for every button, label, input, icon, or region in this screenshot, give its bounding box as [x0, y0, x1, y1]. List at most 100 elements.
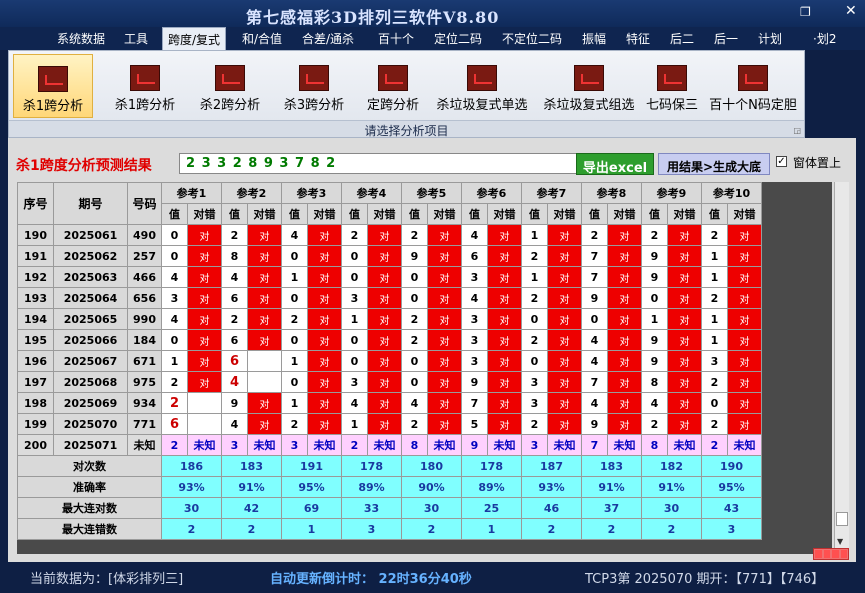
ref-result [247, 371, 282, 393]
menu-item-10[interactable]: 后二 [668, 30, 696, 47]
ref-value: 2 [161, 392, 188, 414]
ref-result: 对 [667, 224, 702, 246]
ref-result: 对 [427, 329, 462, 351]
ribbon-button-7[interactable]: 七码保三 [641, 54, 703, 118]
table-row[interactable]: 194 2025065 990 4 对 2 对 2 对 1 对 2 对 3 对 0 对 0 对 1 对 1 对 [17, 308, 762, 330]
countdown-label: 自动更新倒计时： 22时36分40秒 [270, 572, 472, 587]
table-row[interactable]: 196 2025067 671 1 对 6 1 对 0 对 0 对 3 对 0 对 4 对 9 对 3 对 [17, 350, 762, 372]
ref-result: 对 [307, 308, 342, 330]
menu-item-3[interactable]: 和/合值 [240, 30, 284, 47]
ref-result: 对 [607, 392, 642, 414]
ref-value: 1 [161, 350, 188, 372]
result-field[interactable]: 2 3 3 2 8 9 3 7 8 2 [179, 153, 583, 174]
ref-value: 6 [161, 413, 188, 435]
ref-result: 对 [367, 245, 402, 267]
stats-value: 37 [581, 497, 642, 519]
subheader-result: 对错 [427, 203, 462, 225]
row-seq: 191 [17, 245, 54, 267]
ref-result: 对 [247, 413, 282, 435]
ref-result: 对 [727, 245, 762, 267]
menu-item-13[interactable]: ·划2 [811, 30, 838, 47]
restore-icon[interactable]: ❐ [800, 5, 811, 19]
menu-item-6[interactable]: 定位二码 [432, 30, 484, 47]
ribbon-button-1[interactable]: 杀1跨分析 [107, 54, 183, 118]
ribbon-button-6[interactable]: 杀垃圾复式组选 [539, 54, 639, 118]
ref-value: 2 [281, 308, 308, 330]
header-ref: 参考9 [641, 182, 702, 204]
ref-value: 0 [401, 371, 428, 393]
table-row[interactable]: 197 2025068 975 2 对 4 0 对 3 对 0 对 9 对 3 对 7 对 8 对 2 对 [17, 371, 762, 393]
stats-value: 2 [221, 518, 282, 540]
menu-item-1[interactable]: 工具 [122, 30, 150, 47]
export-excel-button[interactable]: 导出excel [576, 153, 654, 176]
scroll-thumb[interactable] [836, 512, 848, 526]
ribbon-button-8[interactable]: 百十个N码定胆 [706, 54, 800, 118]
ref-result: 对 [667, 266, 702, 288]
table-row[interactable]: 192 2025063 466 4 对 4 对 1 对 0 对 0 对 3 对 1 对 7 对 9 对 1 对 [17, 266, 762, 288]
ref-result: 对 [547, 266, 582, 288]
table-row[interactable]: 190 2025061 490 0 对 2 对 4 对 2 对 2 对 4 对 1 对 2 对 2 对 2 对 [17, 224, 762, 246]
pin-checkbox[interactable]: ✓ [776, 156, 787, 167]
ref-value: 0 [281, 287, 308, 309]
ribbon-button-0[interactable]: 杀1跨分析 [13, 54, 93, 118]
stats-value: 89% [341, 476, 402, 498]
ribbon-button-label: 七码保三 [645, 98, 698, 113]
subheader-result: 对错 [667, 203, 702, 225]
ref-value: 9 [581, 287, 608, 309]
menu-item-7[interactable]: 不定位二码 [500, 30, 564, 47]
ref-result: 对 [487, 308, 522, 330]
ref-value: 3 [521, 434, 548, 456]
ref-result: 未知 [607, 434, 642, 456]
ref-result: 对 [487, 392, 522, 414]
row-number: 656 [127, 287, 162, 309]
menu-item-8[interactable]: 振幅 [580, 30, 608, 47]
row-period: 2025068 [53, 371, 128, 393]
ribbon-button-5[interactable]: 杀垃圾复式单选 [429, 54, 535, 118]
ref-result: 对 [367, 308, 402, 330]
ref-result [247, 350, 282, 372]
menu-item-5[interactable]: 百十个 [376, 30, 416, 47]
ref-value: 2 [521, 329, 548, 351]
ref-result [187, 413, 222, 435]
row-period: 2025069 [53, 392, 128, 414]
expand-icon[interactable]: ◲ [793, 126, 801, 135]
table-row[interactable]: 193 2025064 656 3 对 6 对 0 对 3 对 0 对 4 对 2 对 9 对 0 对 2 对 [17, 287, 762, 309]
menu-item-4[interactable]: 合差/通杀 [300, 30, 356, 47]
ref-value: 0 [281, 245, 308, 267]
ref-value: 9 [641, 329, 668, 351]
ref-result: 对 [727, 350, 762, 372]
menu-item-0[interactable]: 系统数据 [55, 30, 107, 47]
menu-item-11[interactable]: 后一 [712, 30, 740, 47]
ref-result: 对 [727, 224, 762, 246]
table-row[interactable]: 198 2025069 934 2 9 对 1 对 4 对 4 对 7 对 3 对 4 对 4 对 0 对 [17, 392, 762, 414]
generate-base-button[interactable]: 用结果>生成大底 [658, 153, 770, 175]
ref-value: 4 [221, 266, 248, 288]
ref-result: 对 [667, 413, 702, 435]
ref-value: 3 [161, 287, 188, 309]
ribbon-button-2[interactable]: 杀2跨分析 [190, 54, 270, 118]
menu-item-9[interactable]: 特征 [624, 30, 652, 47]
close-icon[interactable]: ✕ [845, 3, 857, 19]
ref-result: 对 [667, 329, 702, 351]
menu-item-12[interactable]: 计划 [756, 30, 784, 47]
vertical-scrollbar[interactable]: ▼ [834, 182, 849, 554]
ref-value: 0 [341, 266, 368, 288]
ref-value: 0 [161, 245, 188, 267]
table-row[interactable]: 191 2025062 257 0 对 8 对 0 对 0 对 9 对 6 对 2 对 7 对 9 对 1 对 [17, 245, 762, 267]
stats-row: 最大连错数 2 2 1 3 2 1 2 2 2 3 [17, 518, 762, 540]
ref-value: 2 [341, 224, 368, 246]
table-row[interactable]: 195 2025066 184 0 对 6 对 0 对 0 对 2 对 3 对 2 对 4 对 9 对 1 对 [17, 329, 762, 351]
pending-row[interactable]: 200 2025071 未知 2 未知 3 未知 3 未知 2 未知 8 未知 9 未知 3 未知 7 未知 8 未知 2… [17, 434, 762, 456]
table-row[interactable]: 199 2025070 771 6 4 对 2 对 1 对 2 对 5 对 2 对 9 对 2 对 2 对 [17, 413, 762, 435]
ref-result: 对 [667, 350, 702, 372]
ref-value: 6 [221, 329, 248, 351]
ref-result: 对 [547, 413, 582, 435]
stats-value: 91% [581, 476, 642, 498]
menu-item-2[interactable]: 跨度/复式 [162, 27, 227, 50]
subheader-result: 对错 [367, 203, 402, 225]
scroll-down-icon[interactable]: ▼ [837, 537, 843, 546]
chart-icon [574, 65, 604, 91]
ribbon-button-3[interactable]: 杀3跨分析 [274, 54, 354, 118]
ribbon-button-4[interactable]: 定跨分析 [358, 54, 428, 118]
ref-result: 对 [187, 350, 222, 372]
